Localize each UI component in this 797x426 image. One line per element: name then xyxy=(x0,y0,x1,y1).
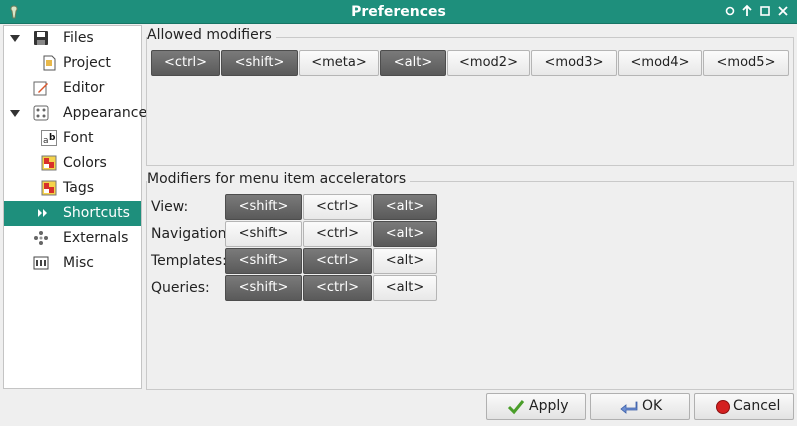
view-shift-toggle[interactable]: <shift> xyxy=(225,194,302,220)
floppy-disk-icon xyxy=(34,31,48,45)
view-alt-toggle[interactable]: <alt> xyxy=(373,194,437,220)
sidebar-item-externals[interactable]: Externals xyxy=(4,226,141,251)
sidebar-item-label: Misc xyxy=(63,255,94,271)
apply-button[interactable]: Apply xyxy=(486,393,586,420)
sidebar-item-files[interactable]: Files xyxy=(4,26,141,51)
appearance-icon xyxy=(33,105,49,121)
view-ctrl-toggle[interactable]: <ctrl> xyxy=(303,194,372,220)
close-icon[interactable] xyxy=(776,4,790,18)
templates-shift-toggle[interactable]: <shift> xyxy=(225,248,302,274)
return-arrow-icon xyxy=(620,401,638,414)
templates-alt-toggle[interactable]: <alt> xyxy=(373,248,437,274)
circle-icon[interactable] xyxy=(723,4,737,18)
navigation-alt-toggle[interactable]: <alt> xyxy=(373,221,437,247)
ok-button[interactable]: OK xyxy=(590,393,690,420)
allowed-mod5-toggle[interactable]: <mod5> xyxy=(703,50,789,76)
navigation-ctrl-toggle[interactable]: <ctrl> xyxy=(303,221,372,247)
sidebar-item-label: Colors xyxy=(63,155,107,171)
allowed-alt-toggle[interactable]: <alt> xyxy=(380,50,446,76)
allowed-mod4-toggle[interactable]: <mod4> xyxy=(618,50,702,76)
sidebar-item-misc[interactable]: Misc xyxy=(4,251,141,276)
allowed-meta-toggle[interactable]: <meta> xyxy=(299,50,379,76)
allowed-mod2-toggle[interactable]: <mod2> xyxy=(447,50,530,76)
font-icon: ab xyxy=(41,130,57,146)
sidebar-item-label: Tags xyxy=(63,180,94,196)
checkmark-icon xyxy=(507,400,525,415)
sidebar-item-colors[interactable]: Colors xyxy=(4,151,141,176)
sidebar-item-shortcuts[interactable]: Shortcuts xyxy=(4,201,141,226)
navigation-label: Navigation: xyxy=(151,226,232,242)
externals-icon xyxy=(34,231,48,245)
sidebar-item-label: Appearance xyxy=(63,105,148,121)
navigation-shift-toggle[interactable]: <shift> xyxy=(225,221,302,247)
sidebar-item-editor[interactable]: Editor xyxy=(4,76,141,101)
sidebar-item-label: Project xyxy=(63,55,111,71)
misc-icon xyxy=(33,256,49,270)
tags-icon xyxy=(41,180,57,196)
window-title: Preferences xyxy=(351,4,446,20)
accelerators-title: Modifiers for menu item accelerators xyxy=(147,171,411,187)
stop-icon xyxy=(716,400,730,414)
apply-label: Apply xyxy=(529,398,569,414)
colors-icon xyxy=(41,155,57,171)
sidebar-item-label: Shortcuts xyxy=(63,205,130,221)
up-arrow-icon[interactable] xyxy=(740,4,754,18)
preferences-sidebar: Files Project Editor Appearance ab Font … xyxy=(3,25,147,389)
fast-forward-icon xyxy=(38,209,47,217)
allowed-modifiers-title: Allowed modifiers xyxy=(147,27,276,43)
sidebar-item-appearance[interactable]: Appearance xyxy=(4,101,147,126)
sidebar-item-font[interactable]: ab Font xyxy=(4,126,141,151)
project-document-icon xyxy=(43,55,56,71)
cancel-label: Cancel xyxy=(733,398,781,414)
allowed-shift-toggle[interactable]: <shift> xyxy=(221,50,298,76)
sidebar-item-tags[interactable]: Tags xyxy=(4,176,141,201)
ok-label: OK xyxy=(642,398,663,414)
svg-text:b: b xyxy=(49,133,56,143)
svg-text:a: a xyxy=(43,136,49,146)
title-bar[interactable]: Preferences xyxy=(0,0,797,24)
sidebar-item-label: Files xyxy=(63,30,94,46)
pencil-edit-icon xyxy=(33,81,48,96)
templates-ctrl-toggle[interactable]: <ctrl> xyxy=(303,248,372,274)
allowed-mod3-toggle[interactable]: <mod3> xyxy=(531,50,617,76)
view-label: View: xyxy=(151,199,189,215)
sidebar-item-label: Editor xyxy=(63,80,105,96)
queries-label: Queries: xyxy=(151,280,210,296)
sidebar-item-label: Font xyxy=(63,130,94,146)
templates-label: Templates: xyxy=(151,253,227,269)
expand-arrow-icon[interactable] xyxy=(10,35,20,42)
queries-ctrl-toggle[interactable]: <ctrl> xyxy=(303,275,372,301)
sidebar-item-project[interactable]: Project xyxy=(4,51,141,76)
allowed-ctrl-toggle[interactable]: <ctrl> xyxy=(151,50,220,76)
sidebar-item-label: Externals xyxy=(63,230,129,246)
expand-arrow-icon[interactable] xyxy=(10,110,20,117)
queries-alt-toggle[interactable]: <alt> xyxy=(373,275,437,301)
queries-shift-toggle[interactable]: <shift> xyxy=(225,275,302,301)
maximize-icon[interactable] xyxy=(758,4,772,18)
cancel-button[interactable]: Cancel xyxy=(694,393,794,420)
